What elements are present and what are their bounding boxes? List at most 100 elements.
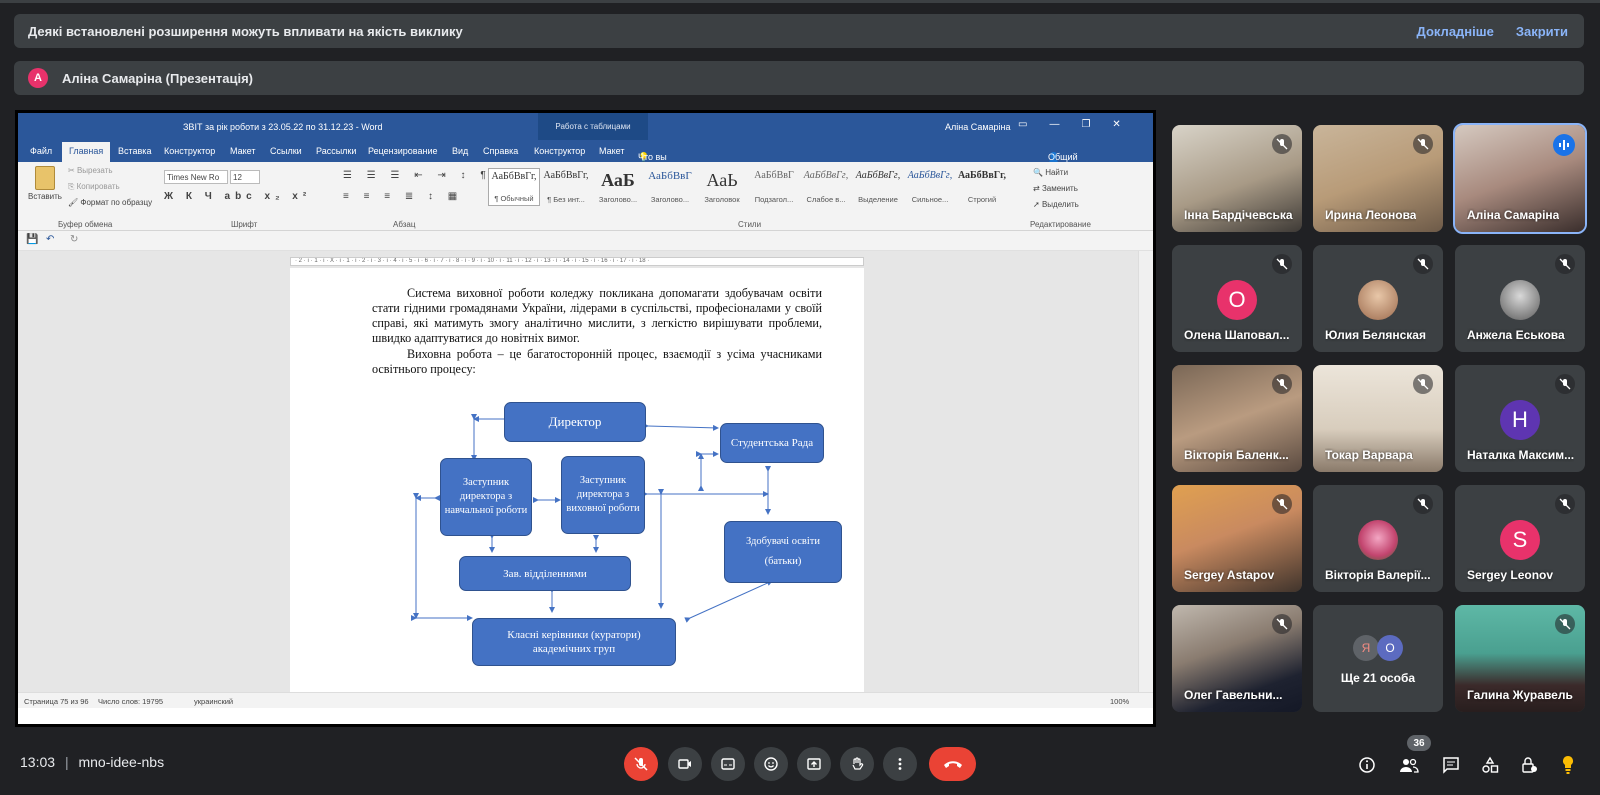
style-subtle-emphasis[interactable]: АаБбВвГг, Слабое в... xyxy=(800,168,852,206)
font-name-select[interactable]: Times New Ro xyxy=(164,170,228,184)
styles-gallery: АаБбВвГг, ¶ Обычный АаБбВвГг, ¶ Без инт...… xyxy=(488,168,1023,208)
meeting-code[interactable]: mno-idee-nbs xyxy=(78,754,164,770)
close-link[interactable]: Закрити xyxy=(1516,24,1568,39)
undo-icon[interactable]: ↶ xyxy=(46,234,54,245)
style-title[interactable]: АаЬ Заголовок xyxy=(696,168,748,206)
style-heading1[interactable]: АаБ Заголово... xyxy=(592,168,644,206)
participant-name: Галина Журавель xyxy=(1467,688,1573,702)
zoom-level[interactable]: 100% xyxy=(1110,697,1129,706)
style-no-spacing[interactable]: АаБбВвГг, ¶ Без инт... xyxy=(540,168,592,206)
phone-hangup-icon xyxy=(943,761,962,768)
mic-off-icon xyxy=(1413,494,1433,514)
activities-shapes-icon xyxy=(1482,756,1499,773)
replace-button[interactable]: ⇄ Заменить xyxy=(1033,184,1078,193)
restore-icon[interactable]: ❐ xyxy=(1081,119,1090,130)
present-button[interactable] xyxy=(797,747,831,781)
tab-design[interactable]: Конструктор xyxy=(164,146,215,156)
style-sample: АаБбВвГ xyxy=(754,170,794,181)
participant-name: Олег Гавельни... xyxy=(1184,688,1283,702)
paste-button[interactable]: Вставить xyxy=(26,166,64,201)
participant-tile[interactable]: Токар Варвара xyxy=(1313,365,1443,472)
style-emphasis[interactable]: АаБбВвГг, Выделение xyxy=(852,168,904,206)
reactions-button[interactable] xyxy=(754,747,788,781)
style-subtitle[interactable]: АаБбВвГ Подзагол... xyxy=(748,168,800,206)
style-normal[interactable]: АаБбВвГг, ¶ Обычный xyxy=(488,168,540,206)
clipboard-icon xyxy=(35,166,55,190)
tab-review[interactable]: Рецензирование xyxy=(368,146,438,156)
participant-tile[interactable]: Анжела Еськова xyxy=(1455,245,1585,352)
select-label: Выделить xyxy=(1041,200,1079,209)
participant-name: Ирина Леонова xyxy=(1325,208,1417,222)
mic-off-icon xyxy=(1555,614,1575,634)
participant-tile-active-speaker[interactable]: Аліна Самаріна xyxy=(1453,123,1587,234)
banner-links: Докладніше Закрити xyxy=(1417,24,1568,39)
details-link[interactable]: Докладніше xyxy=(1417,24,1494,39)
tab-file[interactable]: Файл xyxy=(30,146,52,156)
tab-mailings[interactable]: Рассылки xyxy=(316,146,356,156)
redo-icon[interactable]: ↻ xyxy=(70,234,78,245)
document-page[interactable]: Система виховної роботи коледжу покликан… xyxy=(290,268,864,718)
font-format-buttons[interactable]: Ж К Ч abc x₂ x² xyxy=(164,191,311,202)
participant-tile[interactable]: Інна Бардічевська xyxy=(1172,125,1302,232)
editing-group-label: Редактирование xyxy=(1030,220,1091,229)
list-buttons[interactable]: ☰ ☰ ☰ ⇤ ⇥ ↕ ¶ xyxy=(343,170,492,181)
ribbon-display-icon[interactable]: ▭ xyxy=(1018,119,1027,130)
banner-message: Деякі встановлені розширення можуть впли… xyxy=(28,23,463,39)
format-painter-button[interactable]: 🖌 Формат по образцу xyxy=(68,198,152,207)
select-icon: ➚ xyxy=(1033,200,1040,209)
save-icon[interactable]: 💾 xyxy=(26,234,38,245)
document-area: · 2 · ı · 1 · ı · X · ı · 1 · ı · 2 · ı … xyxy=(18,251,1138,718)
cut-button[interactable]: ✂ Вырезать xyxy=(68,166,113,175)
copy-button[interactable]: ⎘ Копировать xyxy=(68,182,120,192)
participant-tile[interactable]: S Sergey Leonov xyxy=(1455,485,1585,592)
tab-table-design[interactable]: Конструктор xyxy=(534,146,585,156)
chat-icon xyxy=(1443,757,1459,774)
gemini-button[interactable] xyxy=(1557,754,1579,776)
participant-tile[interactable]: Ирина Леонова xyxy=(1313,125,1443,232)
tab-help[interactable]: Справка xyxy=(483,146,518,156)
participant-tile[interactable]: Н Наталка Максим... xyxy=(1455,365,1585,472)
host-controls-button[interactable] xyxy=(1518,754,1540,776)
font-size-select[interactable]: 12 xyxy=(230,170,260,184)
participant-tile[interactable]: Вікторія Валерії... xyxy=(1313,485,1443,592)
captions-button[interactable] xyxy=(711,747,745,781)
others-tile[interactable]: Я О Ще 21 особа xyxy=(1313,605,1443,712)
vertical-scrollbar[interactable] xyxy=(1138,251,1153,692)
participant-tile[interactable]: Sergey Astapov xyxy=(1172,485,1302,592)
people-button[interactable] xyxy=(1398,754,1420,776)
participant-tile[interactable]: Юлия Белянская xyxy=(1313,245,1443,352)
activities-button[interactable] xyxy=(1479,754,1501,776)
participant-name: Олена Шаповал... xyxy=(1184,328,1290,342)
mic-toggle-button[interactable] xyxy=(624,747,658,781)
more-vert-icon xyxy=(898,758,902,770)
more-options-button[interactable] xyxy=(883,747,917,781)
tab-view[interactable]: Вид xyxy=(452,146,468,156)
raise-hand-button[interactable] xyxy=(840,747,874,781)
style-strong[interactable]: АаБбВвГг, Строгий xyxy=(956,168,1008,206)
participant-tile[interactable]: Олег Гавельни... xyxy=(1172,605,1302,712)
tab-references[interactable]: Ссылки xyxy=(270,146,302,156)
close-icon[interactable]: ✕ xyxy=(1112,119,1120,130)
leave-call-button[interactable] xyxy=(929,747,976,781)
style-heading2[interactable]: АаБбВвГ Заголово... xyxy=(644,168,696,206)
tab-insert[interactable]: Вставка xyxy=(118,146,151,156)
camera-toggle-button[interactable] xyxy=(668,747,702,781)
minimize-icon[interactable]: — xyxy=(1049,119,1059,130)
tab-table-layout[interactable]: Макет xyxy=(599,146,624,156)
chat-button[interactable] xyxy=(1440,754,1462,776)
tab-home[interactable]: Главная xyxy=(62,142,111,162)
participant-tile[interactable]: О Олена Шаповал... xyxy=(1172,245,1302,352)
participant-name: Токар Варвара xyxy=(1325,448,1413,462)
people-icon xyxy=(1400,758,1419,773)
participant-name: Вікторія Баленк... xyxy=(1184,448,1289,462)
meeting-details-button[interactable] xyxy=(1356,754,1378,776)
align-buttons[interactable]: ≡ ≡ ≡ ≣ ↕ ▦ xyxy=(343,191,463,202)
style-intense-emphasis[interactable]: АаБбВвГг, Сильное... xyxy=(904,168,956,206)
participant-tile[interactable]: Вікторія Баленк... xyxy=(1172,365,1302,472)
tab-layout[interactable]: Макет xyxy=(230,146,255,156)
lock-person-icon xyxy=(1522,757,1537,773)
find-button[interactable]: 🔍 Найти xyxy=(1033,168,1068,177)
speaking-indicator-icon xyxy=(1553,134,1575,156)
participant-tile[interactable]: Галина Журавель xyxy=(1455,605,1585,712)
select-button[interactable]: ➚ Выделить xyxy=(1033,200,1079,209)
